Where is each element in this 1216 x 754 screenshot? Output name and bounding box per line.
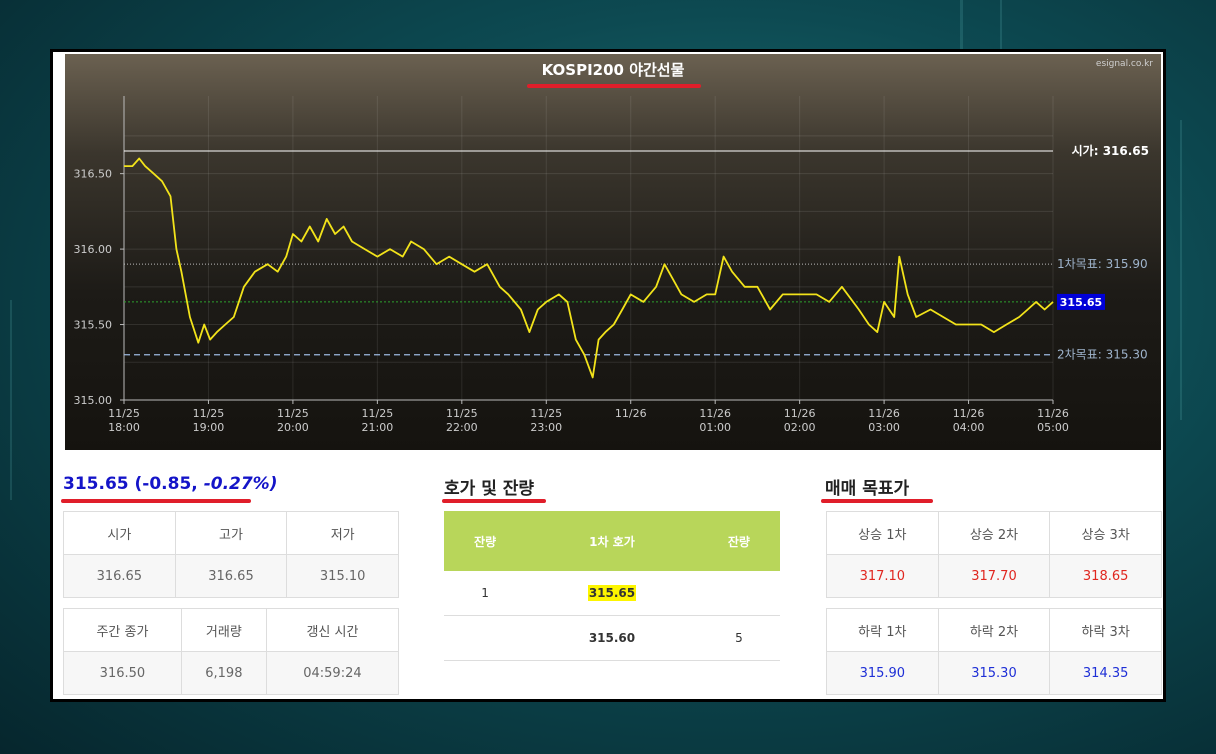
orderbook-ask-qty xyxy=(444,615,527,661)
down-targets-table: 하락 1차 하락 2차 하락 3차 315.90 315.30 314.35 xyxy=(826,608,1162,695)
chart-title: KOSPI200 야간선물 xyxy=(542,61,685,79)
weekly-header-volume: 거래량 xyxy=(180,608,267,652)
market-panel: 316.50 316.00 315.50 315.00 11/25 18:00 11/25 1… xyxy=(50,49,1166,702)
y-tick-label: 316.00 xyxy=(74,243,113,256)
y-tick-label: 315.00 xyxy=(74,394,113,407)
x-tick-label-time: 05:00 xyxy=(1037,421,1069,434)
up-target-2-header: 상승 2차 xyxy=(937,511,1051,555)
x-tick-label-time: 01:00 xyxy=(699,421,731,434)
weekly-value-close: 316.50 xyxy=(63,651,182,695)
weekly-header-updated: 갱신 시간 xyxy=(265,608,400,652)
x-tick-label-time: 23:00 xyxy=(530,421,562,434)
open-price-label: 시가: 316.65 xyxy=(1072,143,1149,158)
summary-underline xyxy=(61,499,251,503)
x-tick-label-time: 21:00 xyxy=(362,421,394,434)
chart-source: esignal.co.kr xyxy=(1095,59,1153,69)
orderbook-header-ask-qty: 잔량 xyxy=(444,511,527,571)
x-tick-label-time: 18:00 xyxy=(108,421,140,434)
up-target-2-value: 317.70 xyxy=(937,554,1051,598)
x-tick-label-date: 11/25 xyxy=(193,407,225,420)
y-tick-label: 315.50 xyxy=(74,319,113,332)
orderbook-price: 315.60 xyxy=(526,615,698,661)
x-tick-label-time: 04:00 xyxy=(953,421,985,434)
x-tick-label-date: 11/26 xyxy=(615,407,647,420)
chart-svg: 316.50316.00315.50315.0011/2518:0011/251… xyxy=(74,61,1150,434)
up-target-1-value: 317.10 xyxy=(826,554,939,598)
price-change: (-0.85, xyxy=(134,474,198,494)
ohlc-table: 시가 고가 저가 316.65 316.65 315.10 xyxy=(63,511,399,598)
up-target-3-header: 상승 3차 xyxy=(1049,511,1162,555)
orderbook-underline xyxy=(442,499,546,503)
target2-label: 2차목표: 315.30 xyxy=(1057,348,1148,362)
x-tick-label-date: 11/26 xyxy=(1037,407,1069,420)
orderbook-table: 잔량 1차 호가 잔량 1 315.65 315.60 5 xyxy=(444,511,780,661)
x-tick-label-time: 03:00 xyxy=(868,421,900,434)
targets-title: 매매 목표가 xyxy=(825,479,910,499)
orderbook-row: 315.60 5 xyxy=(444,615,780,661)
x-tick-label-time: 02:00 xyxy=(784,421,816,434)
ohlc-header-high: 고가 xyxy=(174,511,288,555)
orderbook-bid-qty: 5 xyxy=(697,615,780,661)
down-target-3-header: 하락 3차 xyxy=(1049,608,1162,652)
x-tick-label-date: 11/26 xyxy=(953,407,985,420)
weekly-value-volume: 6,198 xyxy=(180,651,267,695)
x-tick-label-time: 20:00 xyxy=(277,421,309,434)
x-tick-label-date: 11/25 xyxy=(108,407,140,420)
ohlc-value-open: 316.65 xyxy=(63,554,176,598)
orderbook-bid-qty xyxy=(697,571,780,616)
up-targets-table: 상승 1차 상승 2차 상승 3차 317.10 317.70 318.65 xyxy=(826,511,1162,598)
orderbook-ask-qty: 1 xyxy=(444,571,527,616)
up-target-1-header: 상승 1차 xyxy=(826,511,939,555)
x-tick-label-date: 11/25 xyxy=(530,407,562,420)
down-target-1-header: 하락 1차 xyxy=(826,608,939,652)
targets-underline xyxy=(821,499,933,503)
weekly-value-updated: 04:59:24 xyxy=(265,651,400,695)
x-tick-label-date: 11/25 xyxy=(277,407,309,420)
orderbook-row: 1 315.65 xyxy=(444,571,780,616)
x-tick-label-date: 11/26 xyxy=(699,407,731,420)
price-chart: 316.50 316.00 315.50 315.00 11/25 18:00 11/25 1… xyxy=(65,54,1161,450)
down-target-2-value: 315.30 xyxy=(937,651,1051,695)
ohlc-value-low: 315.10 xyxy=(286,554,399,598)
orderbook-price: 315.65 xyxy=(587,585,637,601)
price-summary: 315.65 (-0.85, -0.27%) xyxy=(63,474,278,494)
x-tick-label-time: 19:00 xyxy=(193,421,225,434)
ohlc-value-high: 316.65 xyxy=(174,554,288,598)
price-change-pct: -0.27%) xyxy=(203,474,278,494)
down-target-1-value: 315.90 xyxy=(826,651,939,695)
current-price-badge-label: 315.65 xyxy=(1060,296,1102,309)
weekly-header-close: 주간 종가 xyxy=(63,608,182,652)
orderbook-header-price: 1차 호가 xyxy=(526,511,698,571)
down-target-3-value: 314.35 xyxy=(1049,651,1162,695)
ohlc-header-low: 저가 xyxy=(286,511,399,555)
up-target-3-value: 318.65 xyxy=(1049,554,1162,598)
orderbook-header-bid-qty: 잔량 xyxy=(697,511,780,571)
target1-label: 1차목표: 315.90 xyxy=(1057,257,1148,271)
weekly-table: 주간 종가 거래량 갱신 시간 316.50 6,198 04:59:24 xyxy=(63,608,400,695)
down-target-2-header: 하락 2차 xyxy=(937,608,1051,652)
ohlc-header-open: 시가 xyxy=(63,511,176,555)
x-tick-label-date: 11/25 xyxy=(362,407,394,420)
y-tick-label: 316.50 xyxy=(74,168,113,181)
orderbook-title: 호가 및 잔량 xyxy=(444,479,535,499)
chart-title-underline xyxy=(527,84,701,88)
x-tick-label-date: 11/25 xyxy=(446,407,478,420)
current-price: 315.65 xyxy=(63,474,129,494)
x-tick-label-time: 22:00 xyxy=(446,421,478,434)
x-tick-label-date: 11/26 xyxy=(784,407,816,420)
x-tick-label-date: 11/26 xyxy=(868,407,900,420)
price-series-line xyxy=(124,157,1054,379)
